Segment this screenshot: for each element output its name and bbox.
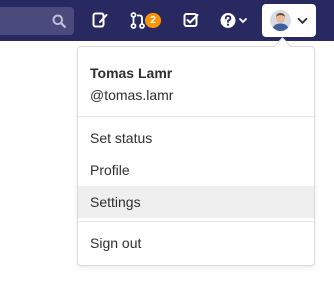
- avatar: [270, 10, 291, 31]
- user-dropdown-menu: Tomas Lamr @tomas.lamr Set status Profil…: [77, 37, 315, 266]
- menu-divider: [78, 221, 314, 222]
- merge-request-icon[interactable]: [130, 12, 146, 29]
- todos-icon[interactable]: [183, 12, 199, 29]
- issues-icon[interactable]: [92, 12, 109, 29]
- menu-item-profile[interactable]: Profile: [78, 154, 314, 186]
- merge-requests-count-badge[interactable]: 2: [145, 13, 161, 28]
- search-box[interactable]: [0, 7, 74, 35]
- menu-item-set-status[interactable]: Set status: [78, 122, 314, 154]
- user-full-name: Tomas Lamr: [90, 65, 173, 81]
- user-avatar-button[interactable]: [262, 4, 316, 37]
- search-icon[interactable]: [52, 14, 66, 28]
- chevron-down-icon: [297, 17, 308, 25]
- menu-item-settings[interactable]: Settings: [78, 186, 314, 218]
- menu-divider: [78, 116, 314, 117]
- user-username: @tomas.lamr: [90, 87, 174, 103]
- menu-item-sign-out[interactable]: Sign out: [78, 227, 314, 259]
- help-dropdown[interactable]: [220, 12, 248, 29]
- top-navbar: 2: [0, 0, 334, 41]
